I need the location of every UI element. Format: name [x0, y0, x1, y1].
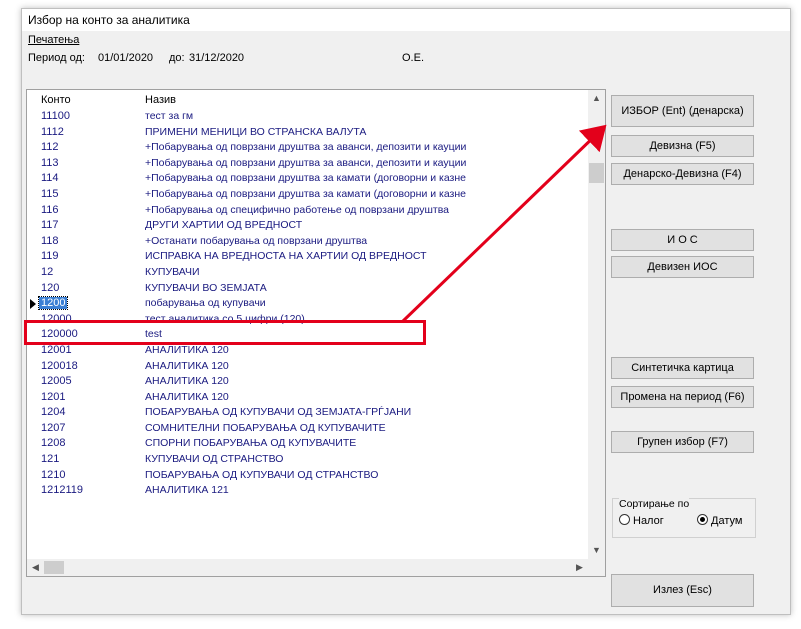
annotation-arrow-icon	[400, 124, 607, 324]
